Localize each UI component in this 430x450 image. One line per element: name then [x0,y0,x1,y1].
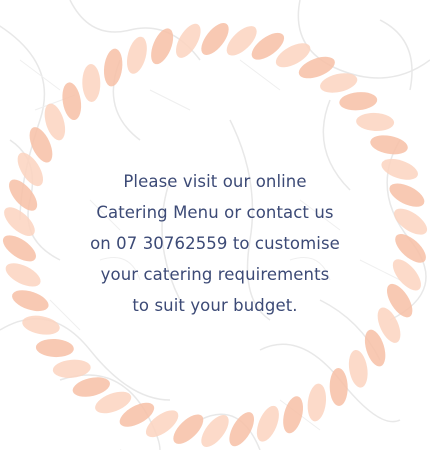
rope-twist [5,263,41,287]
rope-twist [175,23,201,58]
rope-twist [381,158,418,180]
rope-twist [394,208,428,235]
rope-twist [348,349,368,388]
rope-twist [2,235,36,262]
rope-twist [370,135,408,155]
rope-twist [307,383,327,422]
rope-twist [151,28,174,65]
rope-twist [12,290,49,312]
rope-twist [339,92,378,111]
rope-twist [329,368,348,407]
rope-twist [35,338,74,358]
rope-twist [126,36,147,74]
rope-twist [229,412,255,447]
rope-twist [82,63,101,102]
rope-twist [356,112,395,132]
rope-twist [52,359,91,378]
rope-twist [22,315,60,335]
rope-twist [62,82,82,121]
catering-promo-message: Please visit our online Catering Menu or… [90,172,340,315]
rope-twist [283,396,304,434]
rope-twist [256,405,279,442]
rope-twist [103,48,123,87]
rope-twist [389,183,425,207]
